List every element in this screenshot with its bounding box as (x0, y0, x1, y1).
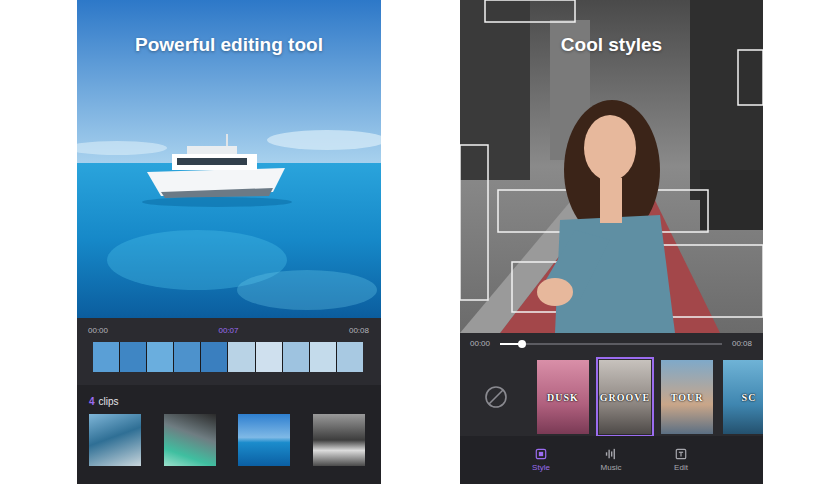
tab-label: Edit (674, 463, 688, 473)
style-card[interactable]: DUSK (537, 360, 589, 434)
style-label: DUSK (547, 392, 579, 403)
style-icon (535, 448, 547, 460)
style-label: TOUR (671, 392, 704, 403)
film-frame (120, 342, 146, 372)
progress-track[interactable] (500, 343, 722, 345)
headline: Powerful editing tool (135, 34, 323, 318)
no-style-icon (484, 385, 508, 409)
style-label: SC (742, 392, 757, 403)
tab[interactable]: Edit (646, 448, 716, 473)
preview-photo: Cool styles (460, 0, 763, 333)
preview-photo: Powerful editing tool (77, 0, 381, 318)
tab-bar: Style Music Edit (460, 436, 763, 484)
style-card[interactable]: SC (723, 360, 763, 434)
progress-knob[interactable] (518, 340, 526, 348)
tab-label: Music (601, 463, 622, 473)
timeline[interactable]: 00:00 00:07 00:08 (77, 318, 381, 385)
page: Powerful editing tool 00:00 00:07 00:08 4cli… (0, 0, 836, 484)
style-label: GROOVE (600, 392, 650, 403)
no-style-button[interactable] (482, 383, 510, 411)
clip-thumbnail[interactable] (89, 414, 141, 466)
current-time: 00:07 (218, 326, 238, 336)
styles-screen: Cool styles 00:00 00:08 DUSK GROOVE TOUR SC Sty… (460, 0, 763, 484)
film-frame (337, 342, 363, 372)
style-controls: 00:00 00:08 DUSK GROOVE TOUR SC Style Music Edit (460, 333, 763, 484)
film-frame (201, 342, 227, 372)
edit-icon (675, 448, 687, 460)
film-frame (283, 342, 309, 372)
tab[interactable]: Music (576, 448, 646, 473)
style-list: DUSK GROOVE TOUR SC (460, 351, 763, 436)
clip-thumbnail[interactable] (238, 414, 290, 466)
film-frame (256, 342, 282, 372)
clip-thumbnail[interactable] (313, 414, 365, 466)
time-row: 00:00 00:07 00:08 (88, 326, 369, 336)
style-card[interactable]: GROOVE (599, 360, 651, 434)
clip-list (89, 414, 369, 466)
progress-row: 00:00 00:08 (460, 333, 763, 351)
film-frame (93, 342, 119, 372)
tab[interactable]: Style (506, 448, 576, 473)
start-time: 00:00 (88, 326, 108, 336)
clips-count: 4clips (89, 395, 369, 408)
film-frame (147, 342, 173, 372)
end-time: 00:08 (349, 326, 369, 336)
style-card[interactable]: TOUR (661, 360, 713, 434)
film-strip[interactable] (93, 342, 363, 372)
headline: Cool styles (561, 34, 662, 333)
clip-thumbnail[interactable] (164, 414, 216, 466)
start-time: 00:00 (470, 339, 490, 349)
music-wave-icon (605, 448, 617, 460)
film-frame (310, 342, 336, 372)
clips-panel: 4clips (77, 385, 381, 484)
end-time: 00:08 (732, 339, 752, 349)
editor-screen: Powerful editing tool 00:00 00:07 00:08 4cli… (77, 0, 381, 484)
film-frame (174, 342, 200, 372)
tab-label: Style (532, 463, 550, 473)
film-frame (228, 342, 254, 372)
